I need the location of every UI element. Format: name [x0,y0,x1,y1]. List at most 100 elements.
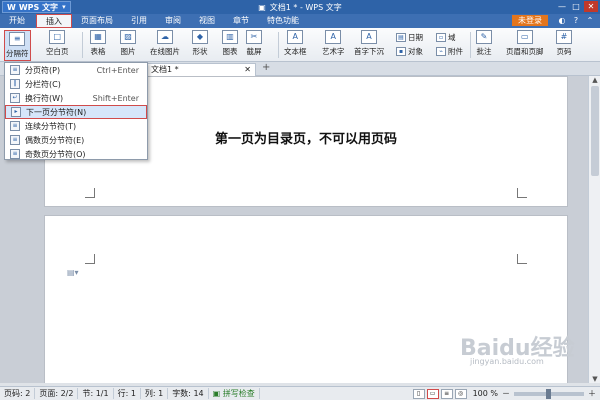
status-words[interactable]: 字数: 14 [168,388,209,399]
menu-item-even-page-section-break[interactable]: ≡ 偶数页分节符(E) [5,133,147,147]
break-button[interactable]: ≡ 分隔符 [4,30,31,61]
ribbon-tab-bar: 开始 插入 页面布局 引用 审阅 视图 章节 特色功能 未登录 ◐ ? ⌃ [0,14,600,28]
tab-references[interactable]: 引用 [122,14,156,28]
column-break-icon: ‖ [10,79,20,89]
wordart-button[interactable]: A 艺术字 [322,30,345,57]
section-break-icon: ≡ [10,121,20,131]
login-button[interactable]: 未登录 [512,15,548,26]
page-number-button[interactable]: # 页码 [556,30,572,57]
field-button[interactable]: ▫ 域 [436,32,456,43]
zoom-slider[interactable] [514,388,584,399]
zoom-in-icon[interactable]: ＋ [588,388,596,399]
status-pages: 页面: 2/2 [35,388,79,399]
scroll-up-icon[interactable]: ▲ [589,76,600,84]
menu-item-line-break[interactable]: ↵ 换行符(W) Shift+Enter [5,91,147,105]
document-tab[interactable]: 文档1 * ✕ [146,63,256,76]
line-break-icon: ↵ [10,93,20,103]
help-icon[interactable]: ? [570,15,582,26]
tab-view[interactable]: 视图 [190,14,224,28]
title-bar: W WPS 文字 ▾ ▣ 文档1 * - WPS 文字 — □ ✕ [0,0,600,14]
break-menu: ≡ 分页符(P) Ctrl+Enter ‖ 分栏符(C) ↵ 换行符(W) Sh… [4,62,148,160]
page-number-icon: # [556,30,572,44]
calendar-icon: ▤ [396,33,406,42]
status-section: 节: 1/1 [78,388,114,399]
margin-corner-mark [85,254,95,264]
shape-icon: ◆ [192,30,208,44]
menu-item-continuous-section-break[interactable]: ≡ 连续分节符(T) [5,119,147,133]
new-tab-icon[interactable]: + [262,62,270,73]
section-break-icon: ≡ [10,135,20,145]
picture-button[interactable]: ▨ 图片 [120,30,136,57]
comment-icon: ✎ [476,30,492,44]
menu-item-next-page-section-break[interactable]: ▸ 下一页分节符(N) [5,105,147,119]
date-button[interactable]: ▤ 日期 [396,32,423,43]
tab-bar-right: 未登录 ◐ ? ⌃ [512,15,596,26]
section-break-icon: ≡ [10,149,20,159]
watermark-url: jingyan.baidu.com [470,357,544,366]
tab-page-layout[interactable]: 页面布局 [72,14,122,28]
section-break-icon: ▸ [11,107,21,117]
ribbon-divider [82,32,83,58]
status-page: 页码: 2 [0,388,36,399]
spell-check-toggle[interactable]: ▣ 拼写检查 [209,388,260,399]
vertical-scrollbar[interactable]: ▲ ▼ [588,76,600,383]
textbox-icon: A [287,30,304,44]
screenshot-button[interactable]: ✂ 截屏 [246,30,262,57]
zoom-level[interactable]: 100 % [473,389,498,398]
margin-corner-mark [517,188,527,198]
menu-item-column-break[interactable]: ‖ 分栏符(C) [5,77,147,91]
minimize-icon[interactable]: — [556,1,568,12]
scroll-thumb[interactable] [591,86,599,176]
object-button[interactable]: ▪ 对象 [396,46,423,57]
maximize-icon[interactable]: □ [570,1,582,12]
dropcap-icon: A [361,30,377,44]
tab-special-features[interactable]: 特色功能 [258,14,308,28]
outline-view-icon[interactable]: ≡ [440,388,453,399]
field-icon: ▫ [436,33,446,42]
table-icon: ▦ [90,30,106,44]
zoom-knob[interactable] [546,388,551,399]
blank-page-icon: □ [49,30,66,44]
menu-item-page-break[interactable]: ≡ 分页符(P) Ctrl+Enter [5,63,147,77]
picture-icon: ▨ [120,30,136,44]
margin-corner-mark [517,254,527,264]
menu-item-odd-page-section-break[interactable]: ≡ 奇数页分节符(O) [5,147,147,161]
tab-section[interactable]: 章节 [224,14,258,28]
chart-button[interactable]: ▥ 图表 [222,30,238,57]
scroll-down-icon[interactable]: ▼ [589,375,600,383]
page-view-icon[interactable]: ▭ [426,388,439,399]
scissors-icon: ✂ [246,30,262,44]
chart-icon: ▥ [222,30,238,44]
page-break-icon: ≡ [9,32,26,46]
page-break-icon: ≡ [10,65,20,75]
tab-home[interactable]: 开始 [0,14,34,28]
close-icon[interactable]: ✕ [584,1,598,12]
comment-button[interactable]: ✎ 批注 [476,30,492,57]
paperclip-icon: ⌁ [436,47,446,56]
window-controls: — □ ✕ [554,1,598,12]
paragraph-options-icon[interactable]: ▤▾ [67,268,79,277]
online-picture-button[interactable]: ☁ 在线图片 [150,30,180,57]
header-footer-button[interactable]: ▭ 页眉和页脚 [506,30,544,57]
textbox-button[interactable]: A 文本框 [284,30,307,57]
blank-page-button[interactable]: □ 空白页 [46,30,69,57]
dropcap-button[interactable]: A 首字下沉 [354,30,384,57]
status-right: ▯ ▭ ≡ ◎ 100 % － ＋ [411,388,596,399]
close-tab-icon[interactable]: ✕ [244,64,251,76]
ribbon-divider [278,32,279,58]
skin-icon[interactable]: ◐ [556,15,568,26]
status-bar: 页码: 2 页面: 2/2 节: 1/1 行: 1 列: 1 字数: 14 ▣ … [0,386,600,400]
tab-insert[interactable]: 插入 [36,14,72,28]
table-button[interactable]: ▦ 表格 [90,30,106,57]
status-row: 行: 1 [114,388,141,399]
zoom-out-icon[interactable]: － [502,388,510,399]
web-view-icon[interactable]: ◎ [454,388,467,399]
shape-button[interactable]: ◆ 形状 [192,30,208,57]
tab-review[interactable]: 审阅 [156,14,190,28]
collapse-ribbon-icon[interactable]: ⌃ [584,15,596,26]
check-icon: ▣ [212,389,221,398]
attachment-button[interactable]: ⌁ 附件 [436,46,463,57]
reading-view-icon[interactable]: ▯ [412,388,425,399]
online-picture-icon: ☁ [157,30,173,44]
window-title: ▣ 文档1 * - WPS 文字 [258,3,342,12]
